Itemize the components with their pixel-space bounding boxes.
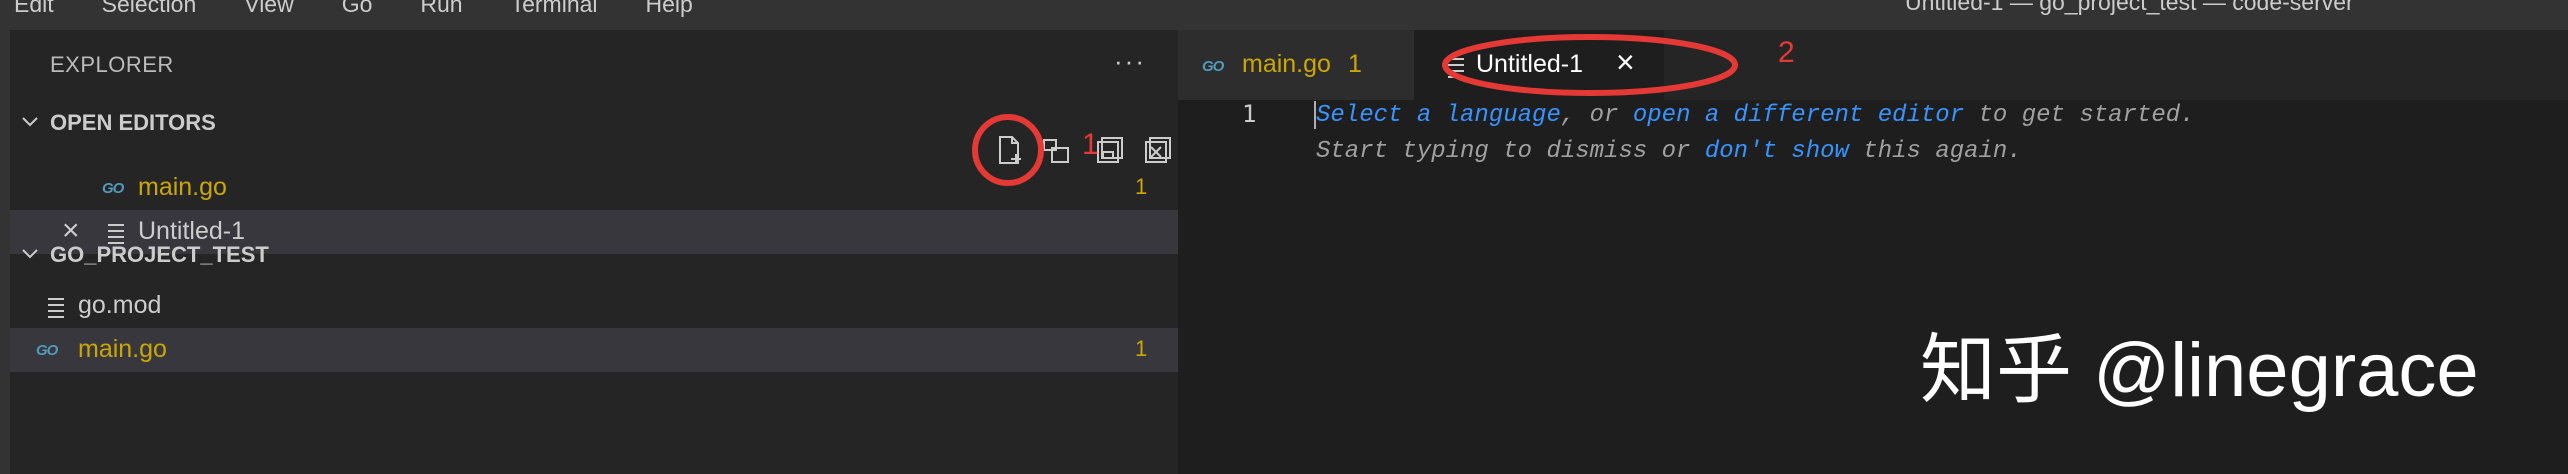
select-language-link[interactable]: Select a language [1316,102,1561,129]
tab-main-go[interactable]: GO main.go 1 [1178,30,1414,100]
hint-line-2: Start typing to dismiss or don't show th… [1316,138,2022,165]
menu-bar: Edit Selection View Go Run Terminal Help… [0,0,2568,30]
hint-text: to get started. [1964,102,2195,129]
menu-edit[interactable]: Edit [14,0,54,18]
hint-line-1: Select a language, or open a different e… [1316,102,2195,129]
explorer-sidebar: EXPLORER ··· OPEN EDITORS 1 GO main.go 1 [0,30,1178,474]
save-all-icon[interactable] [1094,134,1126,166]
problem-count-badge: 1 [1135,336,1148,361]
window-title: Untitled-1 — go_project_test — code-serv… [1905,0,2354,15]
dont-show-link[interactable]: don't show [1705,138,1849,165]
open-editors-header[interactable]: OPEN EDITORS [50,110,216,136]
annotation-marker-1: 1 [1082,128,1099,161]
file-label: go.mod [78,291,162,319]
menu-go[interactable]: Go [342,0,373,18]
menu-terminal[interactable]: Terminal [511,0,598,18]
menu-view[interactable]: View [244,0,293,18]
more-actions-icon[interactable]: ··· [1114,46,1146,77]
close-all-icon[interactable] [1142,134,1174,166]
go-file-icon: GO [36,342,58,359]
annotation-ellipse-2 [1442,34,1738,96]
tab-bar: GO main.go 1 Untitled-1 × 2 [1178,30,2568,100]
hint-text: Start typing to dismiss or [1316,138,1705,165]
problem-count-badge: 1 [1348,50,1362,78]
annotation-marker-2: 2 [1778,36,1795,69]
go-file-icon: GO [1202,58,1224,75]
file-go-mod[interactable]: go.mod [10,284,1178,328]
problem-count-badge: 1 [1135,174,1148,199]
line-number: 1 [1242,100,1257,128]
menu-selection[interactable]: Selection [102,0,197,18]
explorer-title: EXPLORER [50,52,174,77]
open-editor-main-go[interactable]: GO main.go 1 [10,166,1178,210]
project-folder-header[interactable]: GO_PROJECT_TEST [50,242,269,268]
go-file-icon: GO [102,180,124,197]
menu-run[interactable]: Run [420,0,462,18]
chevron-down-icon[interactable] [20,112,40,132]
file-main-go[interactable]: GO main.go 1 [10,328,1178,372]
open-editor-label: main.go [138,173,227,201]
tab-label: main.go [1242,50,1331,78]
hint-text: this again. [1848,138,2022,165]
chevron-down-icon[interactable] [20,244,40,264]
hint-text: , or [1560,102,1633,129]
text-file-icon [48,298,64,322]
watermark: 知乎 @linegrace [1920,328,2479,413]
file-label: main.go [78,335,167,363]
menu-help[interactable]: Help [646,0,693,18]
open-different-editor-link[interactable]: open a different editor [1633,102,1964,129]
